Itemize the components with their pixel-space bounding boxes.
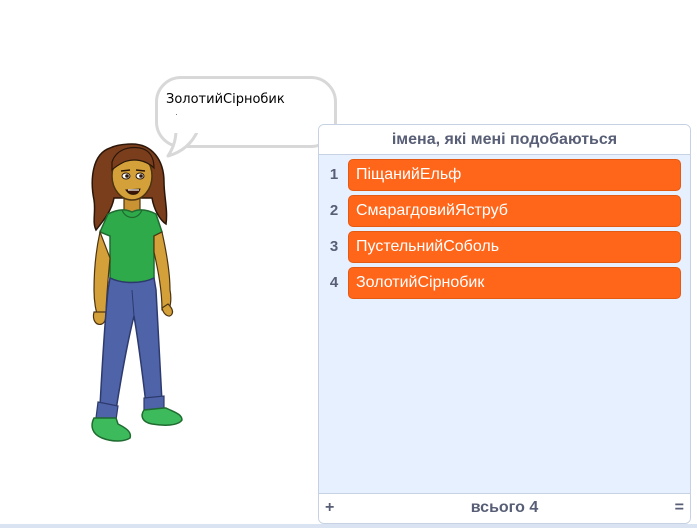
list-item: 4 ЗолотийСірнобик [319, 267, 690, 299]
list-footer: + всього 4 = [319, 493, 690, 523]
list-monitor[interactable]: імена, які мені подобаються 1 ПіщанийЕль… [318, 124, 691, 524]
speech-bubble-text: ЗолотийСірнобик [166, 92, 285, 107]
list-item-value[interactable]: ЗолотийСірнобик [348, 267, 681, 299]
list-item-index: 4 [329, 274, 339, 291]
list-item: 3 ПустельнийСоболь [319, 231, 690, 263]
list-item-value[interactable]: ПіщанийЕльф [348, 159, 681, 191]
list-item-index: 1 [329, 166, 339, 183]
speech-bubble-cursor [176, 114, 177, 115]
girl-character-sprite[interactable] [82, 140, 190, 445]
stage: ЗолотийСірнобик імена, які мені подобают… [0, 0, 697, 526]
list-item-value[interactable]: ПустельнийСоболь [348, 231, 681, 263]
list-item: 2 СмарагдовийЯструб [319, 195, 690, 227]
list-title: імена, які мені подобаються [319, 125, 690, 155]
list-item-index: 3 [329, 238, 339, 255]
resize-handle[interactable]: = [675, 494, 684, 522]
list-item-index: 2 [329, 202, 339, 219]
list-item: 1 ПіщанийЕльф [319, 159, 690, 191]
list-length-label: всього 4 [470, 499, 539, 516]
list-item-value[interactable]: СмарагдовийЯструб [348, 195, 681, 227]
stage-border [0, 524, 697, 528]
